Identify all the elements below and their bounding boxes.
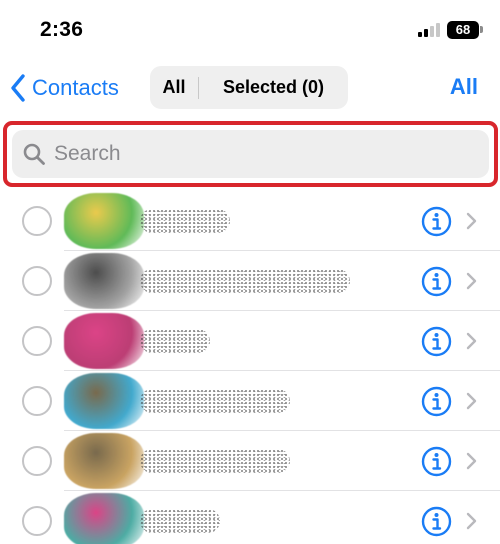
contact-row[interactable] xyxy=(0,251,500,311)
battery-level: 68 xyxy=(455,22,471,37)
info-button[interactable] xyxy=(421,266,452,297)
redacted-contact-name xyxy=(140,389,290,413)
select-radio[interactable] xyxy=(22,266,52,296)
info-icon xyxy=(421,266,452,297)
chevron-left-icon xyxy=(11,74,25,102)
contact-row[interactable] xyxy=(0,431,500,491)
nav-bar: Contacts All Selected (0) All xyxy=(0,62,500,114)
battery-nub xyxy=(480,26,483,33)
info-icon xyxy=(421,446,452,477)
search-icon xyxy=(23,143,45,165)
select-all-button[interactable]: All xyxy=(450,74,478,100)
back-button[interactable]: Contacts xyxy=(10,72,119,104)
info-button[interactable] xyxy=(421,206,452,237)
info-button[interactable] xyxy=(421,506,452,537)
redacted-avatar xyxy=(64,193,144,249)
chevron-right-icon xyxy=(465,212,477,230)
chevron-right-icon xyxy=(465,272,477,290)
redacted-avatar xyxy=(64,373,144,429)
status-bar: 2:36 68 xyxy=(0,0,500,60)
redacted-contact-name xyxy=(140,269,350,293)
select-radio[interactable] xyxy=(22,386,52,416)
select-radio[interactable] xyxy=(22,506,52,536)
redacted-avatar xyxy=(64,493,144,544)
chevron-right-icon xyxy=(465,452,477,470)
redacted-contact-name xyxy=(140,329,210,353)
info-icon xyxy=(421,206,452,237)
redacted-contact-name xyxy=(140,449,290,473)
contact-row[interactable] xyxy=(0,311,500,371)
info-icon xyxy=(421,386,452,417)
select-radio[interactable] xyxy=(22,206,52,236)
redacted-avatar xyxy=(64,433,144,489)
info-button[interactable] xyxy=(421,386,452,417)
contact-row[interactable] xyxy=(0,371,500,431)
chevron-right-icon xyxy=(465,392,477,410)
info-button[interactable] xyxy=(421,446,452,477)
back-label: Contacts xyxy=(32,75,119,100)
search-input[interactable] xyxy=(54,142,454,166)
chevron-right-icon xyxy=(465,512,477,530)
cellular-signal-icon xyxy=(418,23,440,37)
redacted-contact-name xyxy=(140,209,230,233)
contact-row[interactable] xyxy=(0,191,500,251)
redacted-contact-name xyxy=(140,509,220,533)
chevron-right-icon xyxy=(465,332,477,350)
status-time: 2:36 xyxy=(40,18,84,41)
contact-row[interactable] xyxy=(0,491,500,544)
info-icon xyxy=(421,326,452,357)
select-radio[interactable] xyxy=(22,446,52,476)
info-button[interactable] xyxy=(421,326,452,357)
redacted-avatar xyxy=(64,313,144,369)
redacted-avatar xyxy=(64,253,144,309)
contact-list xyxy=(0,191,500,544)
info-icon xyxy=(421,506,452,537)
select-radio[interactable] xyxy=(22,326,52,356)
battery-icon: 68 xyxy=(447,21,479,39)
search-field[interactable] xyxy=(12,130,489,178)
segment-selected[interactable]: Selected (0) xyxy=(199,77,348,98)
segment-all[interactable]: All xyxy=(150,77,198,98)
filter-segmented-control: All Selected (0) xyxy=(150,66,348,109)
